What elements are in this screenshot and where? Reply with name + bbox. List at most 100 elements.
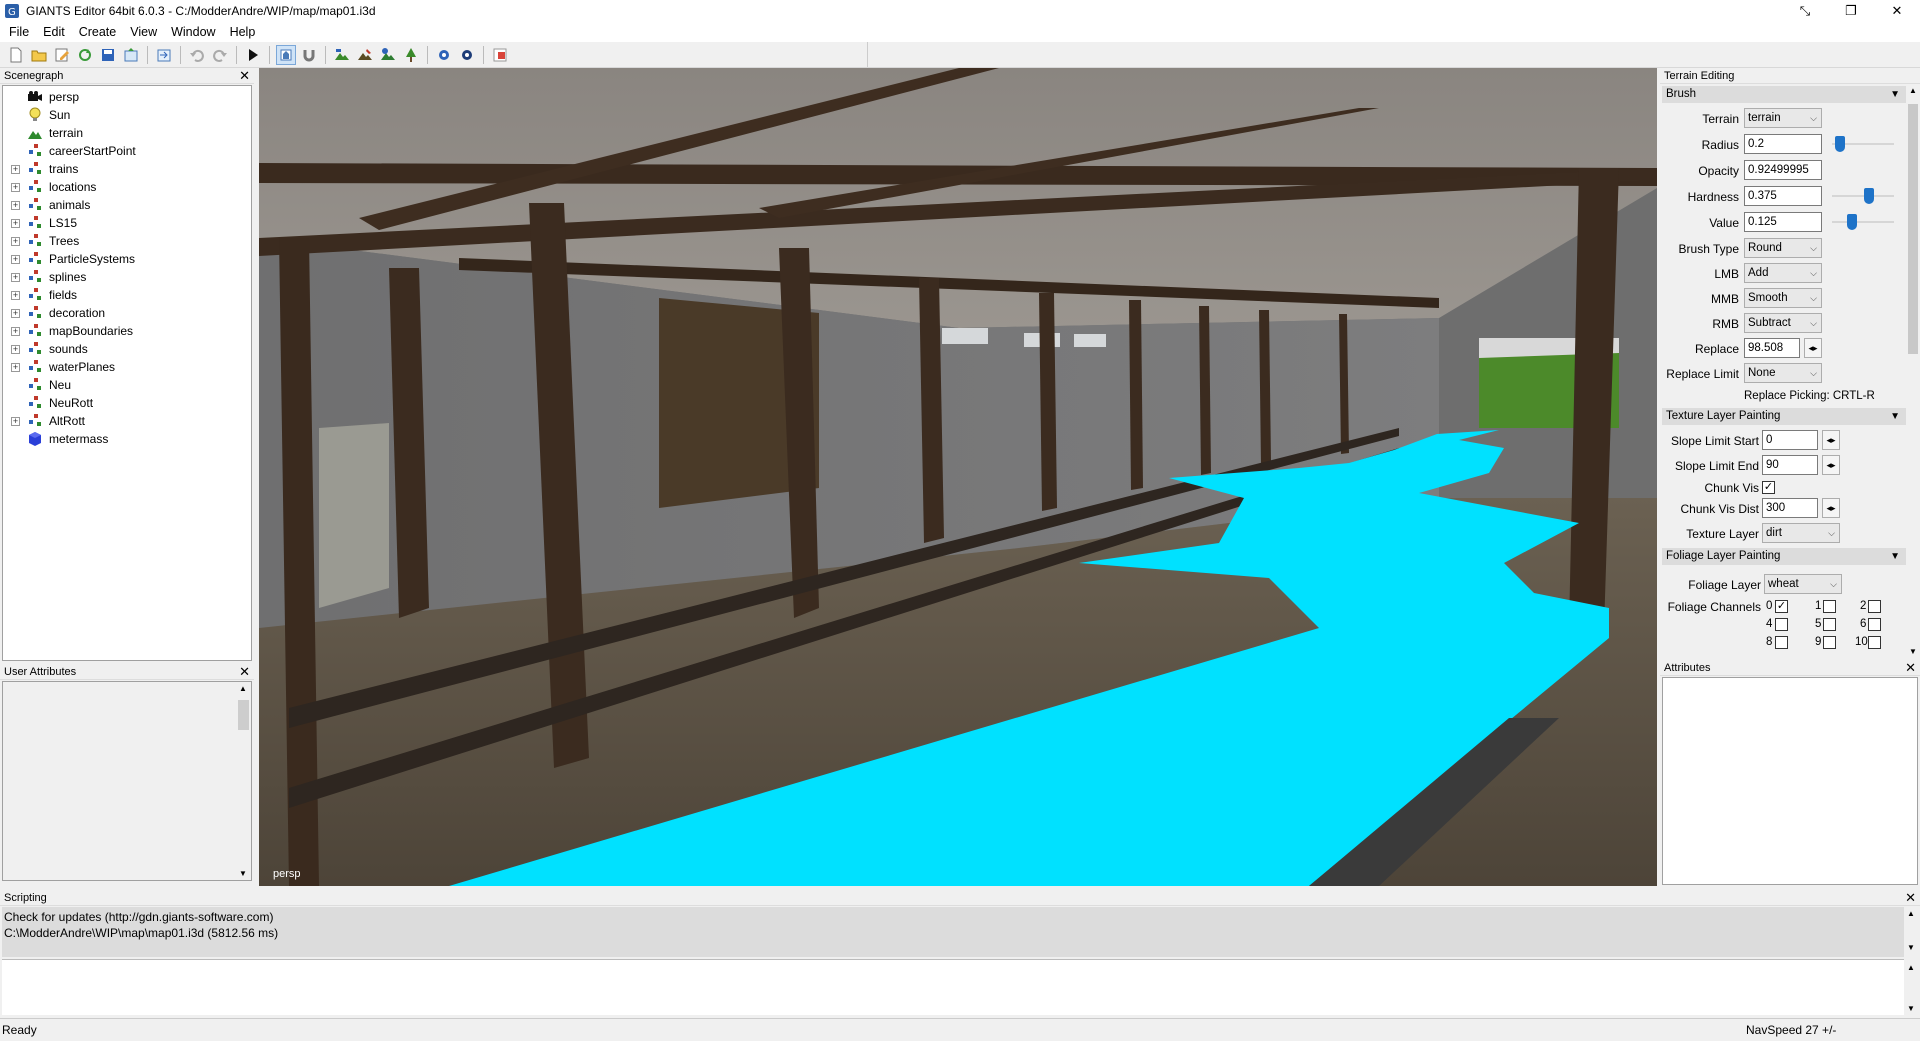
tree-node[interactable]: careerStartPoint bbox=[3, 142, 251, 160]
menu-file[interactable]: File bbox=[2, 25, 36, 39]
hardness-slider[interactable] bbox=[1832, 186, 1894, 206]
scroll-thumb[interactable] bbox=[1908, 104, 1918, 354]
expand-icon[interactable]: + bbox=[11, 164, 20, 174]
channel-6-checkbox[interactable] bbox=[1868, 618, 1881, 631]
foliage-layer-section[interactable]: Foliage Layer Painting ▼ bbox=[1662, 548, 1906, 565]
scroll-down-icon[interactable]: ▼ bbox=[239, 869, 247, 878]
scripting-close-icon[interactable]: ✕ bbox=[1905, 890, 1916, 905]
scroll-thumb[interactable] bbox=[238, 700, 249, 730]
foliage-layer-select[interactable]: wheat ⌵ bbox=[1764, 574, 1842, 594]
slope-start-input[interactable]: 0 bbox=[1762, 430, 1818, 450]
chunk-vis-dist-spinner[interactable]: ◂▸ bbox=[1822, 498, 1840, 518]
tree-node[interactable]: + locations bbox=[3, 178, 251, 196]
select-mode-button[interactable] bbox=[276, 44, 296, 65]
expand-icon[interactable]: + bbox=[11, 236, 20, 246]
magnet-button[interactable] bbox=[299, 45, 319, 65]
settings-button[interactable] bbox=[434, 45, 454, 65]
tree-node[interactable]: + AltRott bbox=[3, 412, 251, 430]
scenegraph-tree[interactable]: persp Sun terrain careerStartPoint + trains + l… bbox=[2, 85, 252, 661]
expand-icon[interactable]: + bbox=[11, 326, 20, 336]
scroll-up-icon[interactable]: ▲ bbox=[1907, 909, 1915, 918]
foliage-paint-button[interactable] bbox=[378, 45, 398, 65]
expand-icon[interactable]: + bbox=[11, 218, 20, 228]
channel-1-checkbox[interactable] bbox=[1823, 600, 1836, 613]
hardness-input[interactable]: 0.375 bbox=[1744, 186, 1822, 206]
radius-slider[interactable] bbox=[1832, 134, 1894, 154]
collapse-icon[interactable]: ▼ bbox=[1890, 548, 1900, 565]
tree-node[interactable]: + LS15 bbox=[3, 214, 251, 232]
tree-node[interactable]: + splines bbox=[3, 268, 251, 286]
script-settings-button[interactable] bbox=[457, 45, 477, 65]
opacity-input[interactable]: 0.92499995 bbox=[1744, 160, 1822, 180]
edit-file-button[interactable] bbox=[52, 45, 72, 65]
scripting-scrollbar[interactable]: ▲ ▼ ▲ ▼ bbox=[1904, 907, 1918, 1015]
tree-node[interactable]: metermass bbox=[3, 430, 251, 448]
chunk-vis-checkbox[interactable]: ✓ bbox=[1762, 481, 1775, 494]
tree-paint-button[interactable] bbox=[401, 45, 421, 65]
channel-2-checkbox[interactable] bbox=[1868, 600, 1881, 613]
maximize-button[interactable]: ❐ bbox=[1828, 0, 1874, 22]
tree-node[interactable]: Neu bbox=[3, 376, 251, 394]
tree-node[interactable]: + ParticleSystems bbox=[3, 250, 251, 268]
tree-node[interactable]: + animals bbox=[3, 196, 251, 214]
new-file-button[interactable] bbox=[6, 45, 26, 65]
tree-node[interactable]: + fields bbox=[3, 286, 251, 304]
brush-section[interactable]: Brush ▼ bbox=[1662, 86, 1906, 103]
texture-layer-section[interactable]: Texture Layer Painting ▼ bbox=[1662, 408, 1906, 425]
user-attributes-scrollbar[interactable]: ▲ ▼ bbox=[236, 682, 251, 880]
scroll-up-icon[interactable]: ▲ bbox=[1909, 86, 1917, 95]
slope-end-input[interactable]: 90 bbox=[1762, 455, 1818, 475]
expand-icon[interactable]: + bbox=[11, 200, 20, 210]
3d-viewport[interactable]: persp bbox=[259, 68, 1657, 886]
stop-button[interactable] bbox=[490, 45, 510, 65]
menu-edit[interactable]: Edit bbox=[36, 25, 72, 39]
hardness-slider-knob[interactable] bbox=[1864, 188, 1874, 204]
terrain-sculpt-button[interactable] bbox=[332, 45, 352, 65]
user-attributes-close-icon[interactable]: ✕ bbox=[239, 664, 250, 679]
scroll-up-icon[interactable]: ▲ bbox=[1907, 963, 1915, 972]
radius-slider-knob[interactable] bbox=[1835, 136, 1845, 152]
replace-limit-select[interactable]: None ⌵ bbox=[1744, 363, 1822, 383]
save-button[interactable] bbox=[98, 45, 118, 65]
expand-icon[interactable]: + bbox=[11, 272, 20, 282]
brush-type-select[interactable]: Round ⌵ bbox=[1744, 238, 1822, 258]
scenegraph-close-icon[interactable]: ✕ bbox=[239, 68, 250, 83]
redo-button[interactable] bbox=[210, 45, 230, 65]
close-button[interactable]: ✕ bbox=[1874, 0, 1920, 22]
expand-icon[interactable]: + bbox=[11, 362, 20, 372]
rmb-select[interactable]: Subtract ⌵ bbox=[1744, 313, 1822, 333]
terrain-select[interactable]: terrain ⌵ bbox=[1744, 108, 1822, 128]
menu-help[interactable]: Help bbox=[223, 25, 263, 39]
value-slider-knob[interactable] bbox=[1847, 214, 1857, 230]
expand-icon[interactable]: + bbox=[11, 254, 20, 264]
expand-icon[interactable]: + bbox=[11, 182, 20, 192]
export-button[interactable] bbox=[121, 45, 141, 65]
terrain-editing-scrollbar[interactable]: ▲ ▼ bbox=[1906, 84, 1920, 658]
play-button[interactable] bbox=[243, 45, 263, 65]
menu-create[interactable]: Create bbox=[72, 25, 124, 39]
expand-icon[interactable]: + bbox=[11, 290, 20, 300]
scripting-input[interactable] bbox=[2, 959, 1904, 1015]
tree-node[interactable]: Sun bbox=[3, 106, 251, 124]
tree-node[interactable]: + trains bbox=[3, 160, 251, 178]
collapse-icon[interactable]: ▼ bbox=[1890, 86, 1900, 103]
tree-node[interactable]: terrain bbox=[3, 124, 251, 142]
value-slider[interactable] bbox=[1832, 212, 1894, 232]
tree-node[interactable]: persp bbox=[3, 88, 251, 106]
tree-node[interactable]: NeuRott bbox=[3, 394, 251, 412]
chunk-vis-dist-input[interactable]: 300 bbox=[1762, 498, 1818, 518]
tree-node[interactable]: + sounds bbox=[3, 340, 251, 358]
channel-9-checkbox[interactable] bbox=[1823, 636, 1836, 649]
radius-input[interactable]: 0.2 bbox=[1744, 134, 1822, 154]
menu-window[interactable]: Window bbox=[164, 25, 222, 39]
texture-layer-select[interactable]: dirt ⌵ bbox=[1762, 523, 1840, 543]
reload-button[interactable] bbox=[75, 45, 95, 65]
undo-button[interactable] bbox=[187, 45, 207, 65]
channel-4-checkbox[interactable] bbox=[1775, 618, 1788, 631]
channel-10-checkbox[interactable] bbox=[1868, 636, 1881, 649]
terrain-paint-button[interactable] bbox=[355, 45, 375, 65]
scroll-up-icon[interactable]: ▲ bbox=[239, 684, 247, 693]
replace-input[interactable]: 98.508 bbox=[1744, 338, 1800, 358]
value-input[interactable]: 0.125 bbox=[1744, 212, 1822, 232]
expand-icon[interactable]: + bbox=[11, 344, 20, 354]
